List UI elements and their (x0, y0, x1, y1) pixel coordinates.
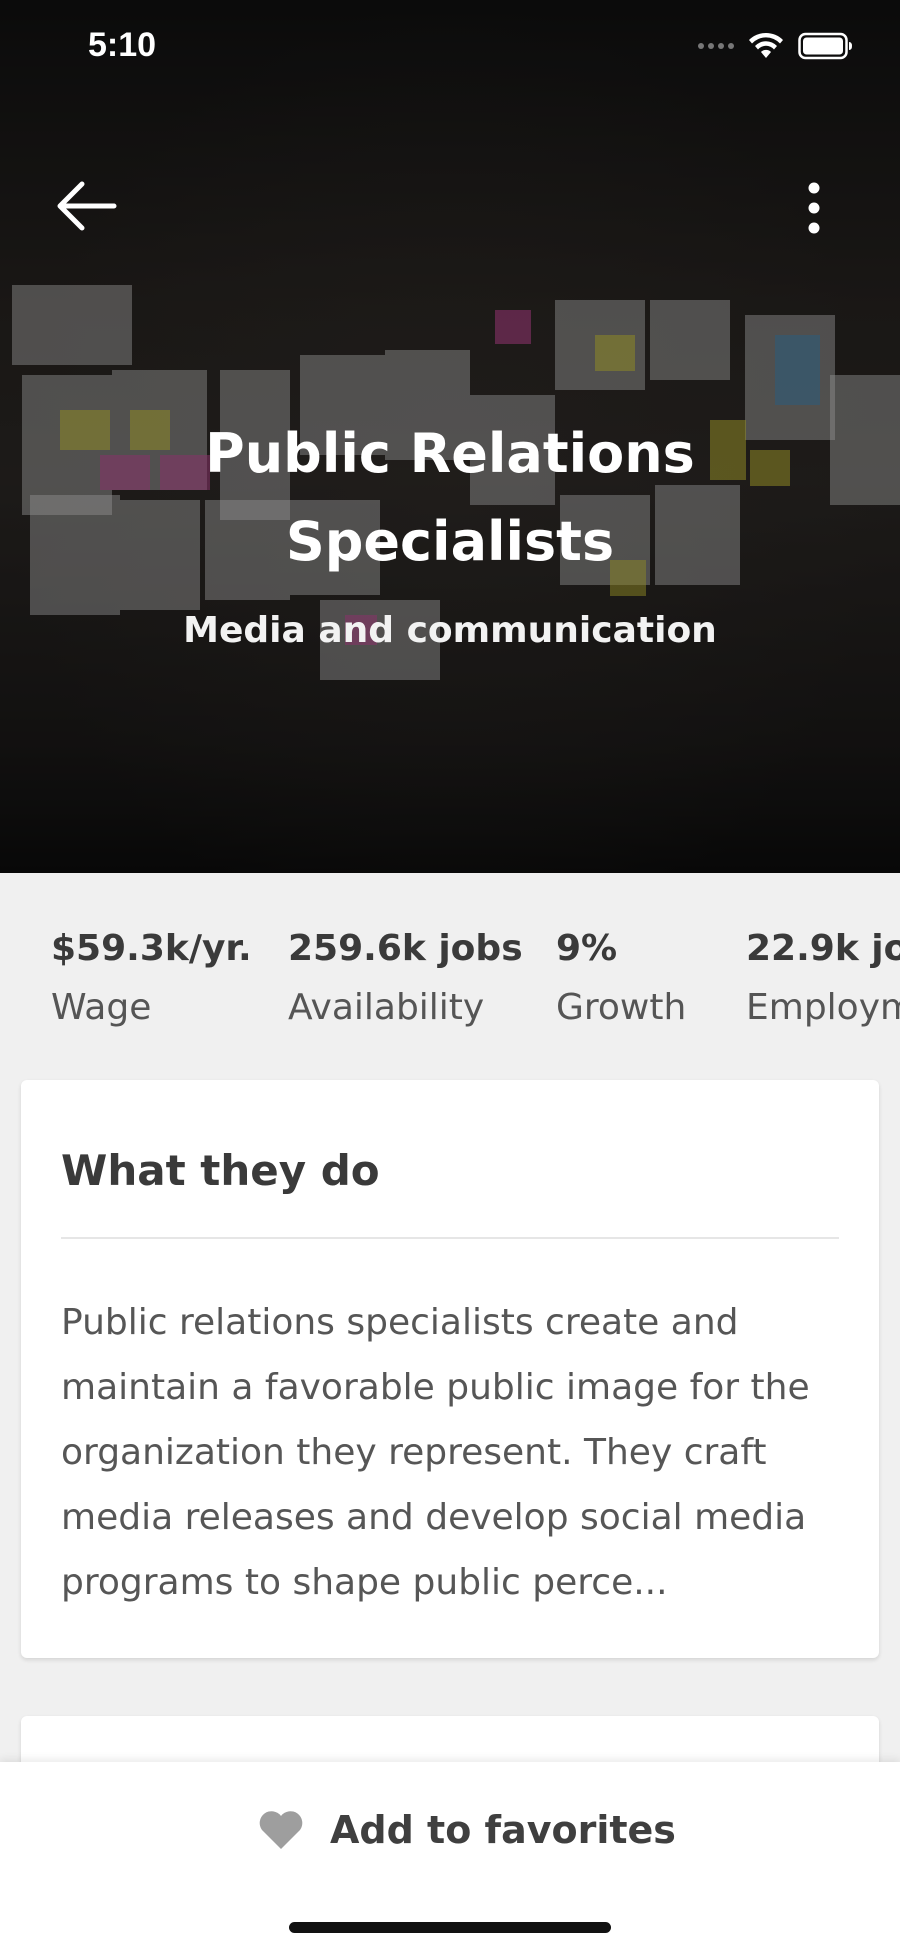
status-icons (698, 32, 854, 60)
description-text: Public relations specialists create and … (61, 1302, 810, 1603)
page-title: Public Relations Specialists (0, 410, 900, 586)
stat-label: Availability (288, 987, 485, 1028)
back-arrow-icon (57, 181, 117, 231)
wifi-icon (749, 32, 783, 58)
battery-icon (798, 32, 852, 60)
home-indicator[interactable] (289, 1922, 611, 1933)
bottom-bar: Add to favorites (0, 1762, 900, 1948)
divider (61, 1237, 839, 1239)
status-bar: 5:10 (0, 0, 900, 100)
title-line-1: Public Relations (205, 422, 695, 485)
heart-icon (259, 1811, 303, 1849)
title-line-2: Specialists (285, 510, 615, 573)
more-vertical-icon (808, 182, 820, 234)
stat-wage: $59.3k/yr. Wage (51, 920, 252, 1038)
stat-availability: 259.6k jobs Availability (288, 920, 523, 1038)
stat-label: Growth (556, 987, 687, 1028)
stats-row[interactable]: $59.3k/yr. Wage 259.6k jobs Availability… (0, 920, 900, 1040)
status-time: 5:10 (88, 26, 157, 64)
back-button[interactable] (52, 178, 120, 234)
screen: 5:10 Public Relations Specialists Media … (0, 0, 900, 1948)
stat-label: Wage (51, 987, 152, 1028)
stat-value: 259.6k jobs (288, 928, 523, 969)
favorite-label: Add to favorites (330, 1808, 676, 1852)
stat-growth: 9% Growth (556, 920, 686, 1038)
what-they-do-card[interactable]: What they do Public relations specialist… (21, 1080, 879, 1658)
category-subtitle: Media and communication (183, 610, 717, 651)
more-options-button[interactable] (796, 178, 832, 238)
card-title: What they do (61, 1146, 380, 1195)
add-to-favorites-button[interactable]: Add to favorites (258, 1798, 676, 1862)
signal-icon (698, 43, 734, 49)
stat-value: 22.9k jobs (746, 928, 900, 969)
stat-employment: 22.9k jobs Employment (746, 920, 900, 1038)
stat-label: Employment (746, 987, 900, 1028)
stat-value: 9% (556, 928, 618, 969)
stat-value: $59.3k/yr. (51, 928, 252, 969)
